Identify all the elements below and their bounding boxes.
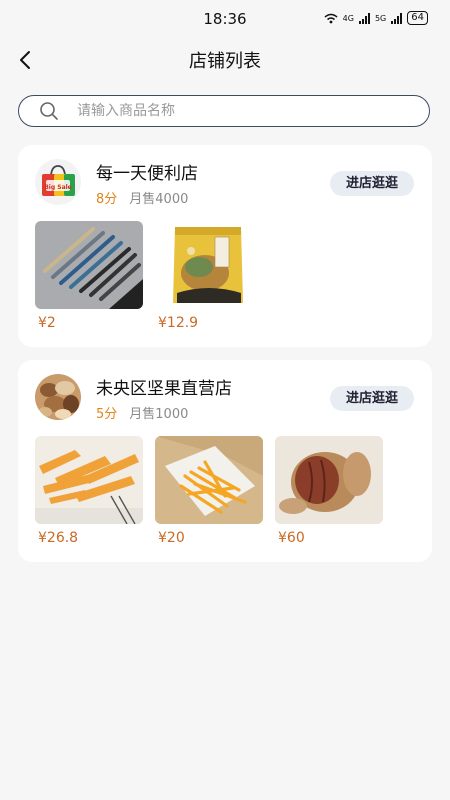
store-card[interactable]: Big Sale 每一天便利店 8分 月售4000 进店逛逛 ¥2 ¥12.9 (18, 145, 432, 347)
header: 店铺列表 (0, 40, 450, 80)
battery-indicator: 64 (407, 11, 428, 25)
store-meta: 5分 月售1000 (96, 403, 188, 422)
status-icons: 4G 5G 64 (324, 11, 428, 25)
shopping-bag-logo-icon: Big Sale (35, 159, 81, 205)
wifi-icon (324, 13, 338, 23)
status-bar: 18:36 4G 5G 64 (0, 0, 450, 40)
store-logo: Big Sale (35, 159, 81, 205)
store-rating: 5分 (96, 407, 118, 422)
product-price: ¥20 (158, 530, 185, 546)
search-bar[interactable] (18, 95, 430, 127)
product-price: ¥2 (38, 315, 56, 331)
product-item[interactable]: ¥2 (35, 221, 143, 331)
product-image-pens (35, 221, 143, 309)
product-item[interactable]: ¥26.8 (35, 436, 143, 546)
store-meta: 8分 月售4000 (96, 188, 188, 207)
signal-icon (391, 12, 403, 24)
search-icon (40, 102, 58, 120)
search-input[interactable] (75, 102, 379, 120)
product-list: ¥2 ¥12.9 (35, 221, 263, 331)
product-item[interactable]: ¥60 (275, 436, 383, 546)
store-logo (35, 374, 81, 420)
product-price: ¥12.9 (158, 315, 199, 331)
logo-text: Big Sale (44, 184, 72, 191)
network-label-a: 4G (342, 13, 354, 23)
network-label-b: 5G (374, 13, 387, 23)
enter-store-button[interactable]: 进店逛逛 (330, 171, 414, 196)
page-title: 店铺列表 (189, 51, 261, 72)
store-rating: 8分 (96, 192, 118, 207)
product-image-sweet-potato-chips (35, 436, 143, 524)
store-sales: 月售4000 (129, 192, 189, 207)
nuts-logo-icon (35, 374, 81, 420)
product-image-pecans (275, 436, 383, 524)
store-name: 每一天便利店 (96, 164, 198, 184)
product-image-snack-bag (155, 221, 263, 309)
product-list: ¥26.8 ¥20 ¥60 (35, 436, 383, 546)
signal-icon (358, 12, 370, 24)
product-item[interactable]: ¥20 (155, 436, 263, 546)
product-image-french-fries (155, 436, 263, 524)
store-card[interactable]: 未央区坚果直营店 5分 月售1000 进店逛逛 ¥26.8 ¥20 ¥60 (18, 360, 432, 562)
store-name: 未央区坚果直营店 (96, 379, 232, 399)
product-price: ¥60 (278, 530, 305, 546)
enter-store-button[interactable]: 进店逛逛 (330, 386, 414, 411)
product-price: ¥26.8 (38, 530, 79, 546)
store-sales: 月售1000 (129, 407, 189, 422)
product-item[interactable]: ¥12.9 (155, 221, 263, 331)
back-arrow-icon[interactable] (14, 48, 38, 72)
